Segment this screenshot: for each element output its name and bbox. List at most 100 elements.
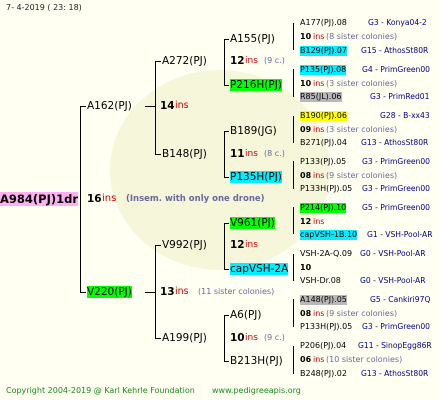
gen3-sister-note: (3 sister colonies) xyxy=(326,125,398,134)
connector xyxy=(224,177,229,178)
gen2-insemination-count: 11 xyxy=(230,148,245,160)
gen4-breeder: G13 - AthosSt80R xyxy=(361,138,429,147)
connector xyxy=(145,106,155,107)
gen4-breeder: G3 - PrimGreen00 xyxy=(362,157,431,166)
gen3-insemination-word: ins xyxy=(313,125,325,134)
gen3-queen[interactable]: P216H(PJ) xyxy=(230,79,282,91)
gen4-queen[interactable]: B190(PJ).06 xyxy=(300,111,347,121)
connector xyxy=(293,346,294,374)
gen4-queen[interactable]: B129(PJ).07 xyxy=(300,46,347,56)
gen4-breeder: G5 - PrimGreen00 xyxy=(362,203,431,212)
connector xyxy=(155,338,161,339)
gen2-queen[interactable]: B148(PJ) xyxy=(162,148,207,160)
gen2-insemination-word: ins xyxy=(245,240,258,250)
gen2-queen[interactable]: A272(PJ) xyxy=(162,55,207,67)
gen4-queen[interactable]: VSH-2A-Q.09 xyxy=(300,249,352,259)
gen4-queen[interactable]: A177(PJ).08 xyxy=(300,18,347,28)
gen4-queen[interactable]: P214(PJ).10 xyxy=(300,203,347,213)
gen4-queen[interactable]: R85(JL).06 xyxy=(300,92,342,102)
copyright: Copyright 2004-2019 @ Karl Kehrle Founda… xyxy=(6,386,195,395)
gen4-queen[interactable]: B271(PJ).04 xyxy=(300,138,347,148)
gen3-insemination-count: 08 xyxy=(300,171,312,180)
connector xyxy=(224,39,229,40)
gen4-queen[interactable]: P135(PJ).08 xyxy=(300,65,347,75)
gen2-sister-note: (9 c.) xyxy=(264,333,285,342)
connector xyxy=(145,292,155,293)
gen4-queen[interactable]: P206(PJ).04 xyxy=(300,341,346,351)
gen3-insemination-count: 10 xyxy=(300,32,312,41)
connector xyxy=(224,315,229,316)
gen3-sister-note: (9 sister colonies) xyxy=(326,171,398,180)
gen3-sister-note: (8 sister colonies) xyxy=(326,32,398,41)
connector xyxy=(293,207,294,234)
gen4-queen[interactable]: VSH-Dr.08 xyxy=(300,276,341,286)
gen3-insemination-word: ins xyxy=(313,171,325,180)
gen4-breeder: G5 - Cankiri97Q xyxy=(370,295,431,304)
gen4-queen[interactable]: P133H(PJ).05 xyxy=(300,322,352,332)
sire-queen[interactable]: V220(PJ) xyxy=(87,286,132,298)
gen2-sister-note: (8 c.) xyxy=(264,149,285,158)
connector xyxy=(293,161,294,189)
site-link[interactable]: www.pedigreeapis.org xyxy=(212,386,301,395)
gen4-queen[interactable]: B248(PJ).02 xyxy=(300,369,347,379)
connector xyxy=(224,361,229,362)
dam-insemination-count: 14 xyxy=(160,100,175,112)
connector xyxy=(80,106,81,292)
gen3-insemination-count: 12 xyxy=(300,217,312,226)
sire-insemination-count: 13 xyxy=(160,286,175,298)
connector xyxy=(155,154,161,155)
gen4-breeder: G1 - VSH-Pool-AR xyxy=(367,230,433,239)
pedigree-tree: 7- 4-2019 ( 23: 18) A984(PJ)1dr 16 ins (… xyxy=(0,0,440,400)
gen3-queen[interactable]: B189(JG) xyxy=(230,125,277,137)
gen3-queen[interactable]: A155(PJ) xyxy=(230,33,275,45)
gen2-queen[interactable]: V992(PJ) xyxy=(162,239,207,251)
gen4-breeder: G0 - VSH-Pool-AR xyxy=(360,276,426,285)
connector xyxy=(80,106,86,107)
gen4-breeder: G3 - PrimRed01 xyxy=(370,92,430,101)
connector xyxy=(224,131,229,132)
gen3-insemination-count: 06 xyxy=(300,355,312,364)
connector xyxy=(293,254,294,281)
root-insemination-count: 16 xyxy=(87,193,102,205)
connector xyxy=(224,223,229,224)
gen2-insemination-word: ins xyxy=(245,149,258,159)
gen3-insemination-word: ins xyxy=(313,32,325,41)
gen4-breeder: G28 - B-xx43 xyxy=(380,111,430,120)
gen3-queen[interactable]: V961(PJ) xyxy=(230,217,275,229)
gen2-queen[interactable]: A199(PJ) xyxy=(162,332,207,344)
gen3-sister-note: (9 sister colonies) xyxy=(326,309,398,318)
connector xyxy=(293,23,294,50)
connector xyxy=(80,292,86,293)
timestamp: 7- 4-2019 ( 23: 18) xyxy=(6,3,82,12)
sire-sister-colonies: (11 sister colonies) xyxy=(198,287,275,296)
gen4-breeder: G0 - VSH-Pool-AR xyxy=(360,249,426,258)
gen4-queen[interactable]: P133(PJ).05 xyxy=(300,157,346,167)
gen4-breeder: G13 - AthosSt80R xyxy=(361,369,429,378)
connector xyxy=(293,116,294,143)
gen2-insemination-word: ins xyxy=(245,56,258,66)
gen3-queen[interactable]: capVSH-2A xyxy=(230,263,289,275)
gen3-sister-note: (3 sister colonies) xyxy=(326,79,398,88)
dam-queen[interactable]: A162(PJ) xyxy=(87,100,132,112)
gen3-insemination-word: ins xyxy=(313,217,325,226)
gen3-insemination-count: 10 xyxy=(300,79,312,88)
gen3-queen[interactable]: A6(PJ) xyxy=(230,309,262,321)
connector xyxy=(224,39,225,85)
gen4-queen[interactable]: capVSH-1B.10 xyxy=(300,230,358,240)
gen4-queen[interactable]: A148(PJ).05 xyxy=(300,295,347,305)
connector xyxy=(155,245,156,338)
connector xyxy=(293,299,294,327)
gen3-sister-note: (10 sister colonies) xyxy=(326,355,403,364)
gen3-insemination-word: ins xyxy=(313,309,325,318)
dam-insemination-word: ins xyxy=(175,100,189,111)
gen3-insemination-count: 08 xyxy=(300,309,312,318)
root-insemination-word: ins xyxy=(102,193,117,204)
gen4-breeder: G3 - PrimGreen00 xyxy=(362,184,431,193)
gen4-breeder: G4 - PrimGreen00 xyxy=(362,65,431,74)
gen3-queen[interactable]: P135H(PJ) xyxy=(230,171,282,183)
root-queen[interactable]: A984(PJ)1dr xyxy=(0,192,79,206)
gen4-queen[interactable]: P133H(PJ).05 xyxy=(300,184,352,194)
gen4-breeder: G15 - AthosSt80R xyxy=(361,46,429,55)
gen3-queen[interactable]: B213H(PJ) xyxy=(230,355,283,367)
connector xyxy=(224,315,225,361)
